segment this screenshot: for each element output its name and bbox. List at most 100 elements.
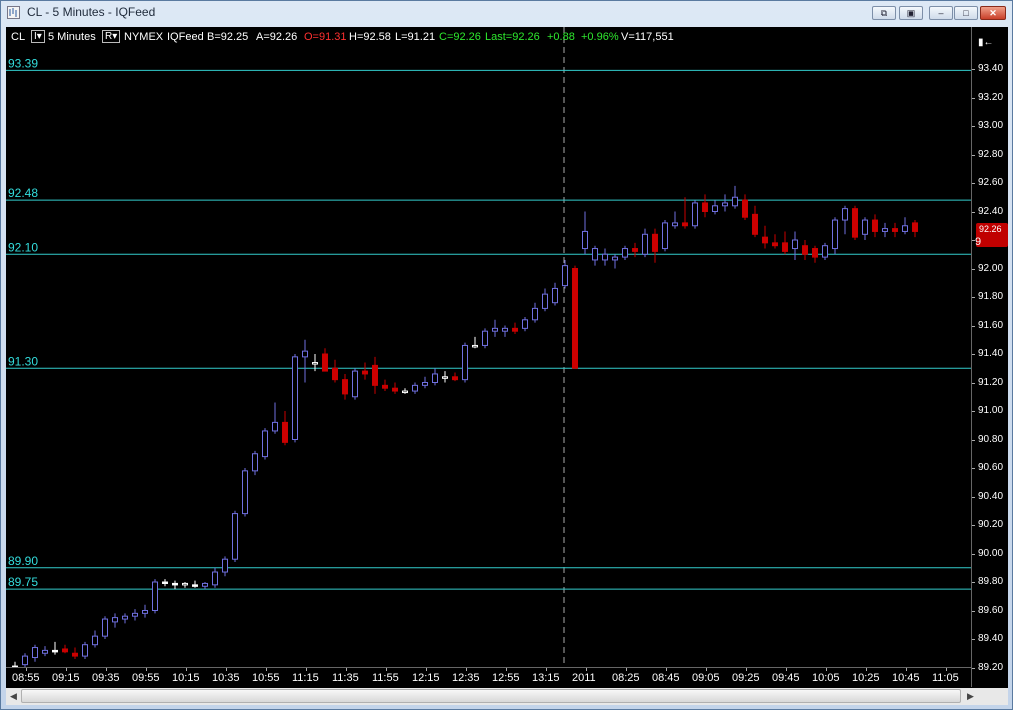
candle-up <box>672 222 678 227</box>
time-tick-mark <box>586 668 587 671</box>
symbol-label[interactable]: CL <box>11 31 25 43</box>
interval-menu-button[interactable]: R▾ <box>102 30 121 43</box>
price-tick-mark <box>972 411 975 412</box>
time-tick-mark <box>946 668 947 671</box>
close-button[interactable]: ✕ <box>980 6 1006 20</box>
time-tick-label: 10:35 <box>212 672 240 684</box>
candle-up <box>82 644 88 657</box>
candle-down <box>742 199 748 218</box>
level-line-label: 93.39 <box>8 56 38 70</box>
candle-up <box>22 655 28 666</box>
price-tick-mark <box>972 126 975 127</box>
candle-up <box>662 222 668 250</box>
candle-down <box>682 222 688 227</box>
candle-down <box>772 242 778 247</box>
price-tick-label: 90.60 <box>978 462 1004 473</box>
candle-up <box>222 558 228 573</box>
last-value: Last=92.26 <box>485 31 540 43</box>
price-tick-mark <box>972 183 975 184</box>
collapse-panel-icon[interactable]: ▮← <box>978 37 994 48</box>
app-window: CL - 5 Minutes - IQFeed ⧉ ▣ ‒ □ ✕ 93.39 9… <box>0 0 1013 710</box>
candle-up <box>492 327 498 332</box>
candle-up <box>692 202 698 227</box>
price-tick-label: 90.20 <box>978 519 1004 530</box>
candle-up <box>152 581 158 611</box>
price-tick-mark <box>972 325 975 327</box>
price-tick-mark <box>972 97 975 99</box>
candle-up <box>502 327 508 332</box>
time-tick-label: 09:15 <box>52 672 80 684</box>
time-tick-mark <box>106 668 107 671</box>
candle-up <box>212 571 218 586</box>
candle-up <box>482 330 488 346</box>
candle-down <box>892 228 898 232</box>
time-tick-label: 11:55 <box>372 672 399 684</box>
candle-up <box>422 382 428 386</box>
scroll-thumb[interactable] <box>21 689 961 703</box>
price-tick-label: 92.00 <box>978 262 1004 274</box>
candle-up <box>542 293 548 309</box>
horizontal-scrollbar[interactable]: ◀ ▶ <box>6 688 1008 705</box>
time-tick-label: 09:35 <box>92 672 120 684</box>
scroll-right-icon[interactable]: ▶ <box>963 689 978 704</box>
tile-window-button[interactable]: ▣ <box>899 6 923 20</box>
price-tick-label: 93.00 <box>978 120 1004 131</box>
candle-up <box>312 362 318 365</box>
interval-label[interactable]: 5 Minutes <box>48 31 96 43</box>
candle-up <box>792 239 798 250</box>
candle-down <box>752 213 758 235</box>
price-tick-label: 91.80 <box>978 291 1004 302</box>
symbol-info-bar: CL I▾ 5 Minutes R▾ NYMEX IQFeed B=92.25 … <box>6 27 976 47</box>
time-tick-mark <box>626 668 627 671</box>
time-tick-label: 10:55 <box>252 672 280 684</box>
price-tick-mark <box>972 667 975 669</box>
price-tick-mark <box>972 553 975 555</box>
level-line-label: 92.10 <box>8 240 38 254</box>
candle-up <box>302 350 308 358</box>
maximize-button[interactable]: □ <box>954 6 978 20</box>
candle-up <box>292 356 298 441</box>
candle-up <box>602 253 608 261</box>
candle-up <box>592 248 598 261</box>
candle-up <box>842 208 848 221</box>
candle-down <box>852 208 858 238</box>
price-tick-label: 89.20 <box>978 661 1004 673</box>
price-tick-label: 91.60 <box>978 319 1004 331</box>
price-tick-label: 89.40 <box>978 633 1004 644</box>
time-tick-mark <box>466 668 467 671</box>
price-axis[interactable]: ▮← 93.4093.2093.0092.8092.6092.4092.2092… <box>971 27 1008 687</box>
title-bar[interactable]: CL - 5 Minutes - IQFeed ⧉ ▣ ‒ □ ✕ <box>1 1 1012 25</box>
restore-down-button[interactable]: ⧉ <box>872 6 896 20</box>
candle-down <box>372 364 378 386</box>
candle-up <box>722 202 728 207</box>
price-tick-mark <box>972 496 975 498</box>
scroll-left-icon[interactable]: ◀ <box>6 689 21 704</box>
net-change-value: +0.88 <box>547 31 575 43</box>
time-tick-label: 10:25 <box>852 672 880 684</box>
candle-down <box>62 648 68 653</box>
price-tick-label: 90.40 <box>978 490 1004 502</box>
price-tick-label: 92.60 <box>978 177 1004 188</box>
candle-down <box>382 384 388 389</box>
price-tick-mark <box>972 69 975 70</box>
time-tick-label: 09:25 <box>732 672 760 684</box>
candle-down <box>782 242 788 252</box>
candle-up <box>142 610 148 614</box>
chart-area[interactable]: 93.39 92.48 92.10 91.30 89.90 89.75 CL I▾ 5 M… <box>6 27 1008 705</box>
time-tick-label: 09:05 <box>692 672 720 684</box>
window-title: CL - 5 Minutes - IQFeed <box>27 5 156 19</box>
minimize-button[interactable]: ‒ <box>929 6 953 20</box>
open-value: O=91.31 <box>304 31 347 43</box>
candle-up <box>182 582 188 586</box>
price-chart[interactable]: 93.39 92.48 92.10 91.30 89.90 89.75 <box>6 27 971 667</box>
candle-up <box>642 233 648 255</box>
time-tick-label: 2011 <box>572 672 596 684</box>
price-tick-mark <box>972 439 975 441</box>
app-icon <box>7 6 20 19</box>
price-tick-mark <box>972 268 975 270</box>
candle-down <box>322 353 328 372</box>
symbol-menu-button[interactable]: I▾ <box>31 30 45 43</box>
candle-down <box>802 245 808 255</box>
candle-up <box>232 513 238 560</box>
candle-up <box>882 228 888 232</box>
